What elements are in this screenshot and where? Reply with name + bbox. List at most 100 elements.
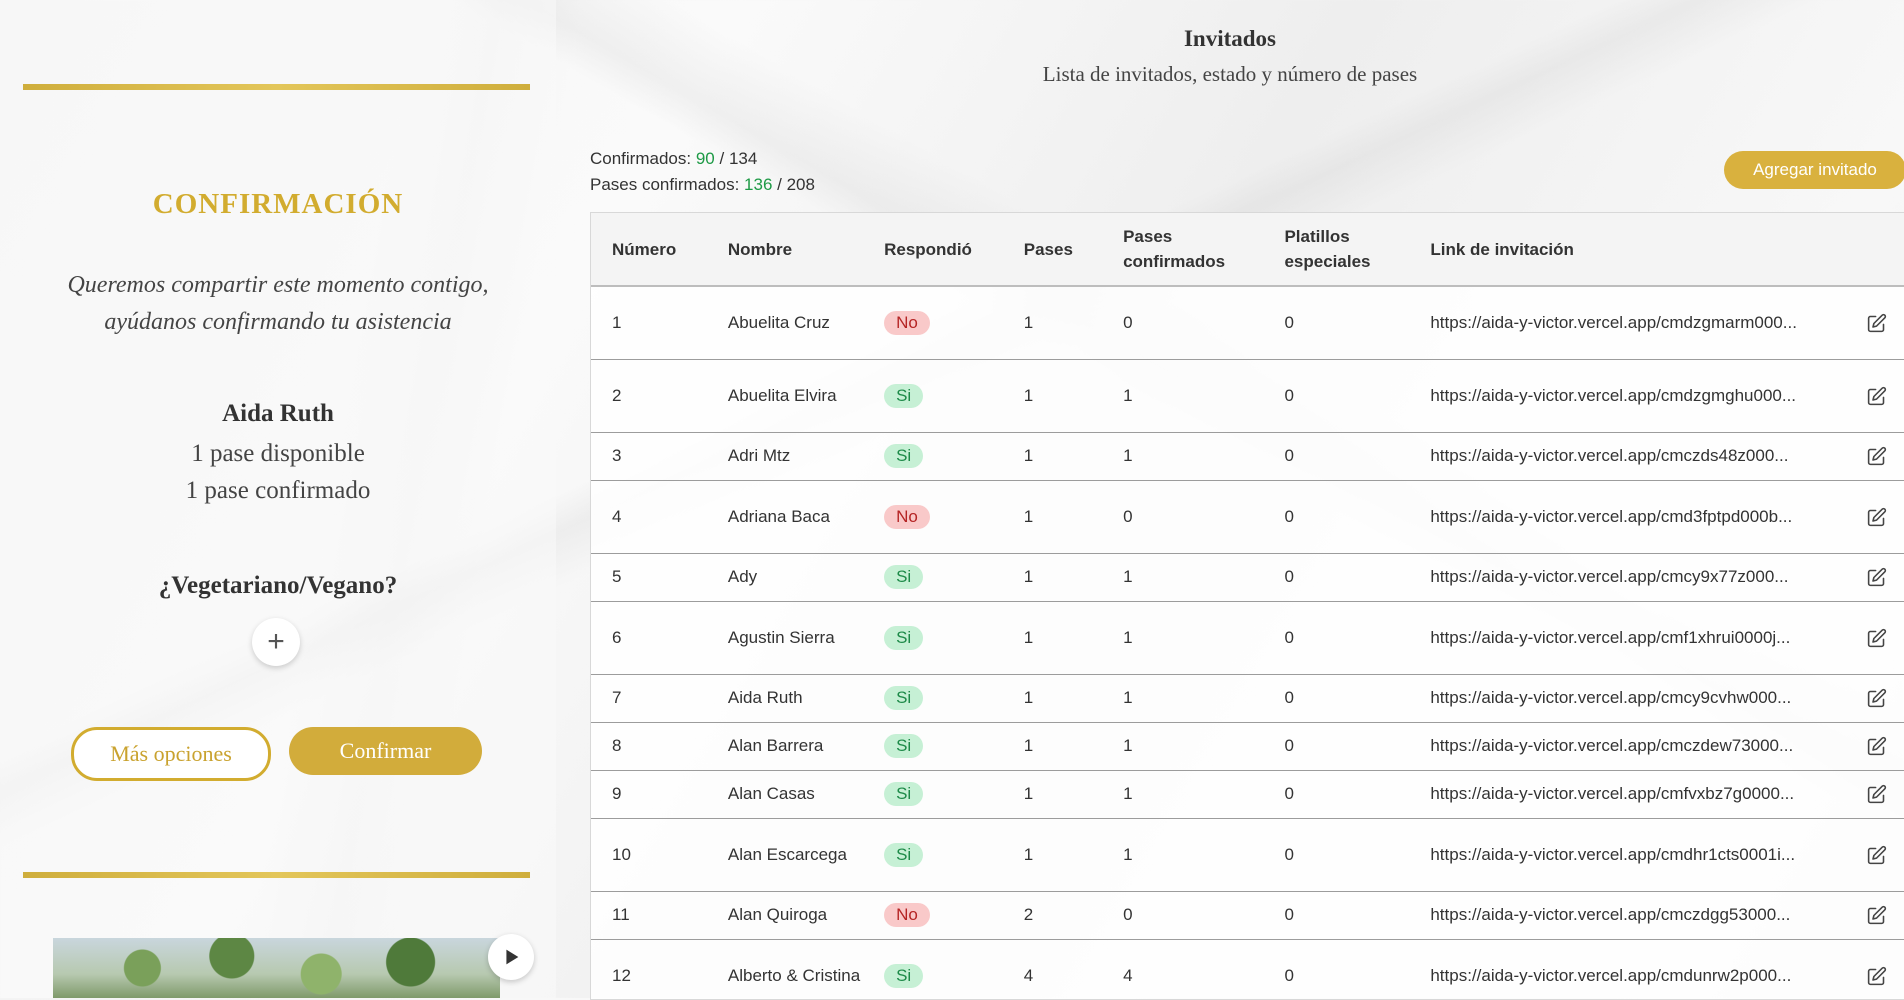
cell-passes: 1 [1023,688,1034,707]
cell-special-dishes: 0 [1284,446,1294,465]
edit-icon [1866,386,1887,405]
edit-guest-button[interactable] [1866,770,1904,818]
confirm-button[interactable]: Confirmar [289,727,482,775]
edit-icon [1866,446,1887,466]
status-badge: No [884,903,930,927]
cell-special-dishes: 0 [1284,506,1294,526]
cell-name: Alan Barrera [727,736,824,755]
status-badge: Si [884,625,924,650]
col-invite-link[interactable]: Link de invitación [1409,213,1865,286]
page-title: Invitados [1183,26,1277,51]
cell-passes-confirmed: 1 [1123,784,1133,803]
rsvp-preview-panel: CONFIRMACIÓN Queremos compartir este mom… [0,0,556,998]
cell-special-dishes: 0 [1284,844,1294,864]
cell-responded: Si [863,601,1003,674]
cell-responded: Si [863,722,1003,770]
edit-guest-button[interactable] [1866,480,1904,553]
col-actions [1866,213,1904,286]
music-play-button[interactable] [488,934,534,980]
add-diet-button[interactable]: + [252,618,300,666]
col-number[interactable]: Número [591,213,707,286]
cell-name: Abuelita Cruz [727,312,830,332]
cell-passes-confirmed: 1 [1123,385,1133,405]
cell-passes-confirmed: 1 [1123,736,1133,755]
cell-special-dishes: 0 [1284,385,1294,405]
edit-guest-button[interactable] [1866,553,1904,601]
cell-responded: No [863,286,1003,359]
edit-guest-button[interactable] [1866,432,1904,480]
couple-photo [53,938,500,998]
invite-link[interactable]: https://aida-y-victor.vercel.app/cmdzgma… [1430,310,1797,336]
edit-guest-button[interactable] [1866,359,1904,432]
col-name[interactable]: Nombre [707,213,863,286]
table-row: 7 Aida Ruth Si 1 1 0 https://aida-y-victor.ver… [591,674,1904,722]
passes-confirmed-count: Pases confirmados: 136 / 208 [590,172,815,198]
cell-special-dishes: 0 [1284,965,1294,985]
status-badge: Si [884,842,924,867]
edit-guest-button[interactable] [1866,722,1904,770]
confirmed-label: Confirmados: [590,149,692,168]
status-badge: Si [884,565,924,589]
cell-invite-link: https://aida-y-victor.vercel.app/cmdhr1c… [1409,818,1865,891]
table-row: 12 Alberto & Cristina Si 4 4 0 https://aida-y-… [591,939,1904,999]
cell-name: Alan Escarcega [727,844,847,864]
edit-icon [1866,784,1887,804]
cell-invite-link: https://aida-y-victor.vercel.app/cmczds4… [1409,432,1865,480]
invite-link[interactable]: https://aida-y-victor.vercel.app/cmcy9x7… [1430,564,1788,590]
invite-link[interactable]: https://aida-y-victor.vercel.app/cmf1xhr… [1430,625,1790,651]
cell-number: 8 [612,736,622,755]
cell-special-dishes: 0 [1284,567,1294,586]
edit-guest-button[interactable] [1866,818,1904,891]
passes-label: Pases confirmados: [590,175,740,194]
confirmed-value: 90 [695,149,715,168]
edit-guest-button[interactable] [1866,891,1904,939]
cell-special-dishes: 0 [1284,905,1294,924]
col-special-dishes[interactable]: Platillos especiales [1263,213,1409,286]
invite-link[interactable]: https://aida-y-victor.vercel.app/cmczdgg… [1430,902,1790,928]
invite-link[interactable]: https://aida-y-victor.vercel.app/cmczdew… [1430,733,1793,759]
cell-number: 6 [612,627,622,647]
invite-link[interactable]: https://aida-y-victor.vercel.app/cmdhr1c… [1430,842,1795,868]
passes-confirmed: 1 pase confirmado [185,477,371,504]
passes-available: 1 pase disponible [191,440,365,467]
cell-number: 3 [612,446,622,465]
cell-name: Alberto & Cristina [727,965,861,985]
cell-number: 10 [612,844,631,864]
cell-number: 12 [612,965,631,985]
edit-guest-button[interactable] [1866,286,1904,359]
cell-passes-confirmed: 1 [1123,446,1133,465]
table-row: 5 Ady Si 1 1 0 https://aida-y-victor.vercel.ap… [591,553,1904,601]
cell-responded: Si [863,359,1003,432]
gold-divider-bottom [23,872,530,878]
play-icon [506,949,519,965]
invite-link[interactable]: https://aida-y-victor.vercel.app/cmcy9cv… [1430,685,1791,711]
cell-number: 5 [612,567,622,586]
more-options-button[interactable]: Más opciones [71,727,271,781]
col-responded[interactable]: Respondió [863,213,1003,286]
cell-passes: 1 [1023,312,1034,332]
cell-passes: 1 [1023,627,1034,647]
cell-responded: No [863,891,1003,939]
cell-special-dishes: 0 [1284,688,1294,707]
invite-link[interactable]: https://aida-y-victor.vercel.app/cmdunrw… [1430,963,1791,989]
edit-guest-button[interactable] [1866,939,1904,999]
invite-link[interactable]: https://aida-y-victor.vercel.app/cmfvxbz… [1430,781,1794,807]
rsvp-message-line-1: Queremos compartir este momento contigo, [67,272,489,298]
invite-link[interactable]: https://aida-y-victor.vercel.app/cmd3fpt… [1430,504,1792,530]
invite-link[interactable]: https://aida-y-victor.vercel.app/cmdzgmg… [1430,383,1796,409]
col-passes[interactable]: Pases [1003,213,1102,286]
cell-passes-confirmed: 0 [1123,905,1133,924]
cell-name: Alan Quiroga [727,905,828,924]
cell-invite-link: https://aida-y-victor.vercel.app/cmdunrw… [1409,939,1865,999]
edit-guest-button[interactable] [1866,674,1904,722]
cell-passes-confirmed: 4 [1123,965,1133,985]
col-passes-confirmed[interactable]: Pases confirmados [1102,213,1263,286]
cell-responded: No [863,480,1003,553]
cell-responded: Si [863,939,1003,999]
table-row: 2 Abuelita Elvira Si 1 1 0 https://aida-y-vict… [591,359,1904,432]
cell-name: Ady [727,567,758,586]
add-guest-button[interactable]: Agregar invitado [1724,151,1904,189]
invite-link[interactable]: https://aida-y-victor.vercel.app/cmczds4… [1430,443,1788,469]
cell-special-dishes: 0 [1284,736,1294,755]
edit-guest-button[interactable] [1866,601,1904,674]
